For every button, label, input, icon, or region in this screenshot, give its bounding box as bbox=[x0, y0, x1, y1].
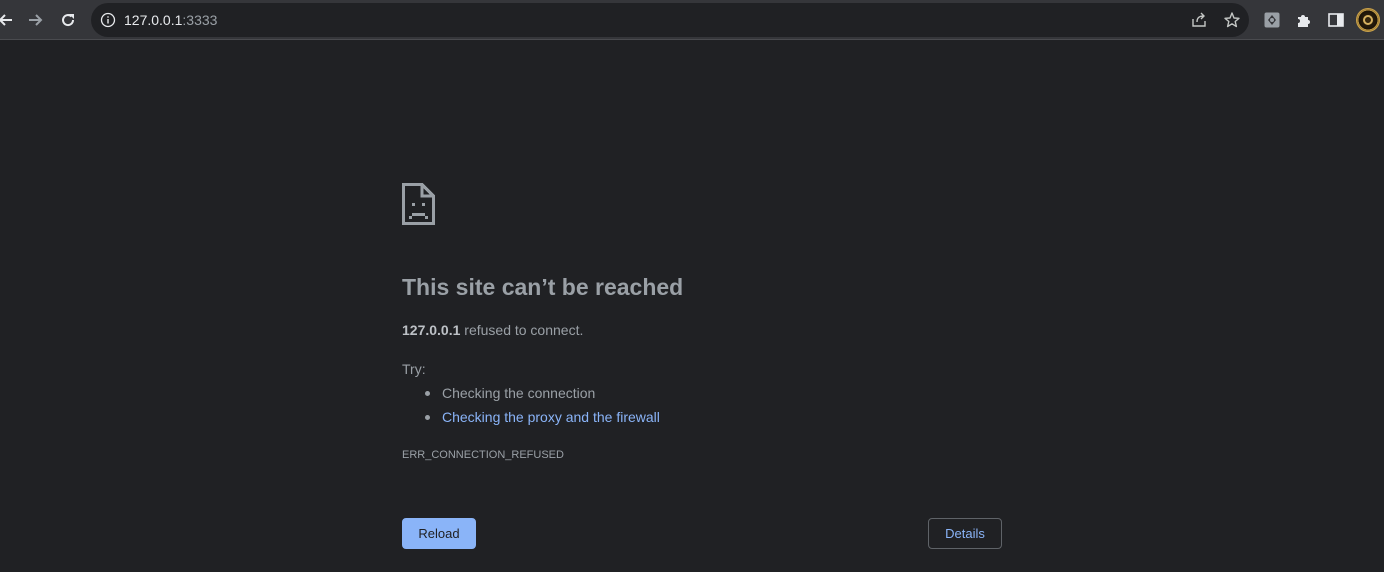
sad-page-icon bbox=[402, 183, 435, 225]
back-arrow-icon[interactable] bbox=[0, 7, 18, 33]
browser-toolbar: 127.0.0.1:3333 bbox=[0, 0, 1384, 40]
error-description: 127.0.0.1 refused to connect. bbox=[402, 320, 583, 340]
error-code: ERR_CONNECTION_REFUSED bbox=[402, 449, 564, 461]
puzzle-icon[interactable] bbox=[1293, 9, 1315, 31]
url-host: 127.0.0.1 bbox=[124, 12, 183, 28]
suggestion-item: Checking the connection bbox=[402, 381, 660, 405]
error-message: refused to connect. bbox=[460, 322, 584, 338]
error-title: This site can’t be reached bbox=[402, 274, 684, 300]
side-panel-icon[interactable] bbox=[1325, 9, 1347, 31]
suggestion-check-connection: Checking the connection bbox=[442, 385, 596, 401]
details-button[interactable]: Details bbox=[928, 518, 1002, 549]
reload-icon[interactable] bbox=[55, 7, 81, 33]
url-port: :3333 bbox=[182, 12, 218, 28]
forward-arrow-icon[interactable] bbox=[23, 7, 49, 33]
reload-button[interactable]: Reload bbox=[402, 518, 476, 549]
suggestion-check-proxy-link[interactable]: Checking the proxy and the firewall bbox=[442, 409, 660, 425]
info-icon[interactable] bbox=[100, 12, 116, 28]
suggestion-list: Checking the connection Checking the pro… bbox=[402, 381, 660, 429]
error-host: 127.0.0.1 bbox=[402, 322, 461, 338]
url-text[interactable]: 127.0.0.1:3333 bbox=[124, 11, 217, 29]
profile-avatar[interactable] bbox=[1356, 8, 1380, 32]
try-label: Try: bbox=[402, 361, 426, 377]
share-icon[interactable] bbox=[1189, 10, 1209, 30]
star-icon[interactable] bbox=[1222, 10, 1242, 30]
suggestion-item: Checking the proxy and the firewall bbox=[402, 405, 660, 429]
profile-avatar-emblem bbox=[1363, 15, 1373, 25]
address-bar[interactable]: 127.0.0.1:3333 bbox=[91, 3, 1249, 37]
extension-app-icon[interactable] bbox=[1261, 9, 1283, 31]
